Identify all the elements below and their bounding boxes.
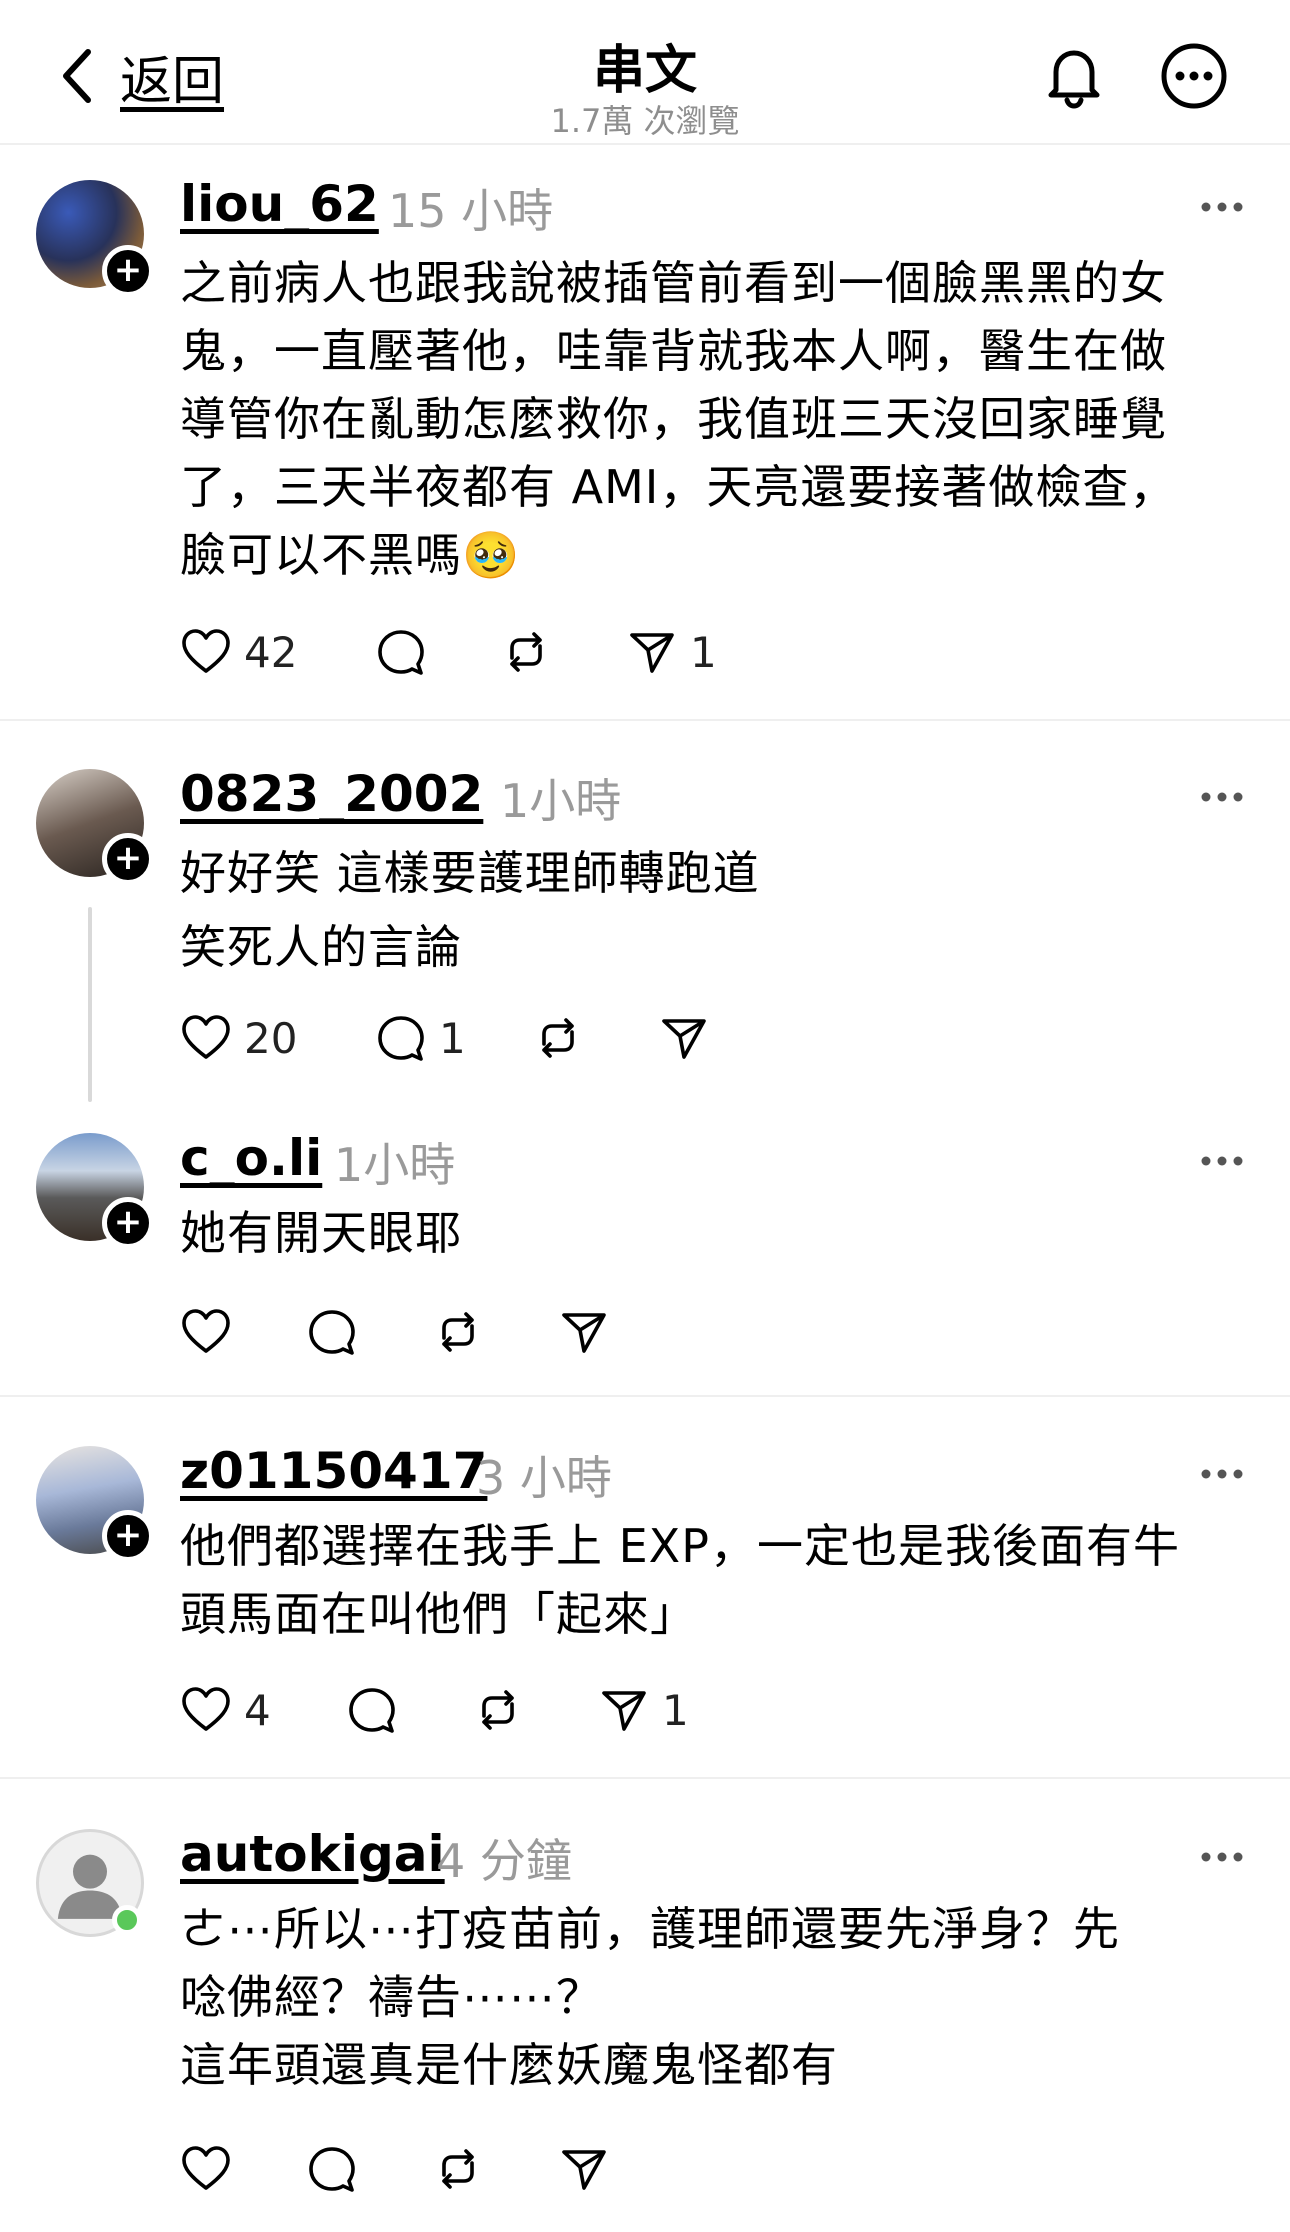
repost-button[interactable] <box>432 1304 484 1360</box>
repost-icon <box>532 1012 584 1064</box>
username[interactable]: c_o.li <box>180 1129 322 1187</box>
more-circle-icon[interactable] <box>1158 40 1230 112</box>
text-line: 她有開天眼耶 <box>180 1206 462 1260</box>
like-count: 42 <box>244 627 298 677</box>
text-line: 笑死人的言論 <box>180 920 462 974</box>
comment-bubble-icon <box>375 626 427 678</box>
send-icon <box>626 626 678 678</box>
heart-icon <box>180 1012 232 1064</box>
comment-count: 1 <box>439 1013 466 1063</box>
share-button[interactable] <box>658 1010 710 1066</box>
text-line: 臉可以不黑嗎🥹 <box>180 528 521 582</box>
comment-bubble-icon <box>306 2143 358 2195</box>
username[interactable]: 0823_2002 <box>180 765 483 823</box>
post-time: 1小時 <box>334 1138 456 1192</box>
post-text: 之前病人也跟我說被插管前看到一個臉黑黑的女 鬼，一直壓著他，哇靠背就我本人啊，醫… <box>180 249 1260 589</box>
ellipsis-icon[interactable] <box>1200 1851 1244 1863</box>
repost-icon <box>472 1684 524 1736</box>
follow-plus-icon[interactable]: + <box>102 1197 154 1249</box>
heart-icon <box>180 2143 232 2195</box>
send-icon <box>658 1012 710 1064</box>
repost-button[interactable] <box>532 1010 584 1066</box>
ellipsis-icon[interactable] <box>1200 1468 1244 1480</box>
post-text: 好好笑 這樣要護理師轉跑道 笑死人的言論 <box>180 836 1260 984</box>
bell-icon[interactable] <box>1038 40 1110 112</box>
top-bar: 返回 串文 1.7萬 次瀏覽 <box>0 0 1290 145</box>
post-time: 3 小時 <box>476 1451 612 1505</box>
repost-icon <box>432 1306 484 1358</box>
text-line: 之前病人也跟我說被插管前看到一個臉黑黑的女 <box>180 256 1167 310</box>
send-icon <box>558 2143 610 2195</box>
username[interactable]: liou_62 <box>180 175 379 233</box>
post-time: 1小時 <box>500 774 622 828</box>
text-line: 這年頭還真是什麼妖魔鬼怪都有 <box>180 2038 838 2092</box>
follow-plus-icon[interactable]: + <box>102 1510 154 1562</box>
post-time: 15 小時 <box>388 184 554 238</box>
send-icon <box>598 1684 650 1736</box>
post-text: 他們都選擇在我手上 EXP，一定也是我後面有牛 頭馬面在叫他們「起來」 <box>180 1512 1260 1648</box>
comment-bubble-icon <box>346 1684 398 1736</box>
reply: autokigai 4 分鐘 ㄜ⋯所以⋯打疫苗前，護理師還要先淨身？先 唸佛經？… <box>0 1779 1290 2232</box>
heart-icon <box>180 626 232 678</box>
comment-button[interactable] <box>346 1682 398 1738</box>
text-line: 好好笑 這樣要護理師轉跑道 <box>180 846 760 900</box>
comment-button[interactable]: 1 <box>375 1010 466 1066</box>
text-line: 導管你在亂動怎麼救你，我值班三天沒回家睡覺 <box>180 392 1167 446</box>
reply: + z01150417 3 小時 他們都選擇在我手上 EXP，一定也是我後面有牛… <box>0 1397 1290 1777</box>
comment-button[interactable] <box>306 1304 358 1360</box>
share-count: 1 <box>690 627 717 677</box>
text-line: 唸佛經？禱告⋯⋯？ <box>180 1970 603 2024</box>
text-line: ㄜ⋯所以⋯打疫苗前，護理師還要先淨身？先 <box>180 1902 1120 1956</box>
reply: + c_o.li 1小時 她有開天眼耶 <box>0 1093 1290 1395</box>
repost-button[interactable] <box>472 1682 524 1738</box>
send-icon <box>558 1306 610 1358</box>
heart-icon <box>180 1684 232 1736</box>
text-line: 鬼，一直壓著他，哇靠背就我本人啊，醫生在做 <box>180 324 1167 378</box>
share-button[interactable]: 1 <box>598 1682 689 1738</box>
like-button[interactable] <box>180 1304 232 1360</box>
like-count: 4 <box>244 1685 271 1735</box>
text-line: 他們都選擇在我手上 EXP，一定也是我後面有牛 <box>180 1519 1180 1573</box>
repost-button[interactable] <box>500 624 552 680</box>
share-button[interactable]: 1 <box>626 624 717 680</box>
follow-plus-icon[interactable]: + <box>102 245 154 297</box>
repost-icon <box>500 626 552 678</box>
share-count: 1 <box>662 1685 689 1735</box>
thread-line <box>88 907 92 1102</box>
text-line: 了，三天半夜都有 AMI，天亮還要接著做檢查， <box>180 460 1177 514</box>
online-status-dot <box>112 1905 142 1935</box>
like-button[interactable]: 42 <box>180 624 297 680</box>
comment-bubble-icon <box>375 1012 427 1064</box>
like-button[interactable]: 20 <box>180 1010 297 1066</box>
follow-plus-icon[interactable]: + <box>102 833 154 885</box>
repost-icon <box>432 2143 484 2195</box>
ellipsis-icon[interactable] <box>1200 1155 1244 1167</box>
repost-button[interactable] <box>432 2141 484 2197</box>
comment-button[interactable] <box>375 624 427 680</box>
like-button[interactable]: 4 <box>180 1682 271 1738</box>
heart-icon <box>180 1306 232 1358</box>
comment-button[interactable] <box>306 2141 358 2197</box>
like-count: 20 <box>244 1013 298 1063</box>
post-text: 她有開天眼耶 <box>180 1199 1260 1267</box>
share-button[interactable] <box>558 2141 610 2197</box>
text-line: 頭馬面在叫他們「起來」 <box>180 1587 697 1641</box>
share-button[interactable] <box>558 1304 610 1360</box>
post-time: 4 分鐘 <box>436 1834 572 1888</box>
username[interactable]: z01150417 <box>180 1442 487 1500</box>
ellipsis-icon[interactable] <box>1200 201 1244 213</box>
post-text: ㄜ⋯所以⋯打疫苗前，護理師還要先淨身？先 唸佛經？禱告⋯⋯？ 這年頭還真是什麼妖… <box>180 1895 1260 2099</box>
like-button[interactable] <box>180 2141 232 2197</box>
ellipsis-icon[interactable] <box>1200 791 1244 803</box>
post-main: + liou_62 15 小時 之前病人也跟我說被插管前看到一個臉黑黑的女 鬼，… <box>0 145 1290 720</box>
reply: + 0823_2002 1小時 好好笑 這樣要護理師轉跑道 笑死人的言論 20 … <box>0 721 1290 1102</box>
comment-bubble-icon <box>306 1306 358 1358</box>
username[interactable]: autokigai <box>180 1825 445 1883</box>
